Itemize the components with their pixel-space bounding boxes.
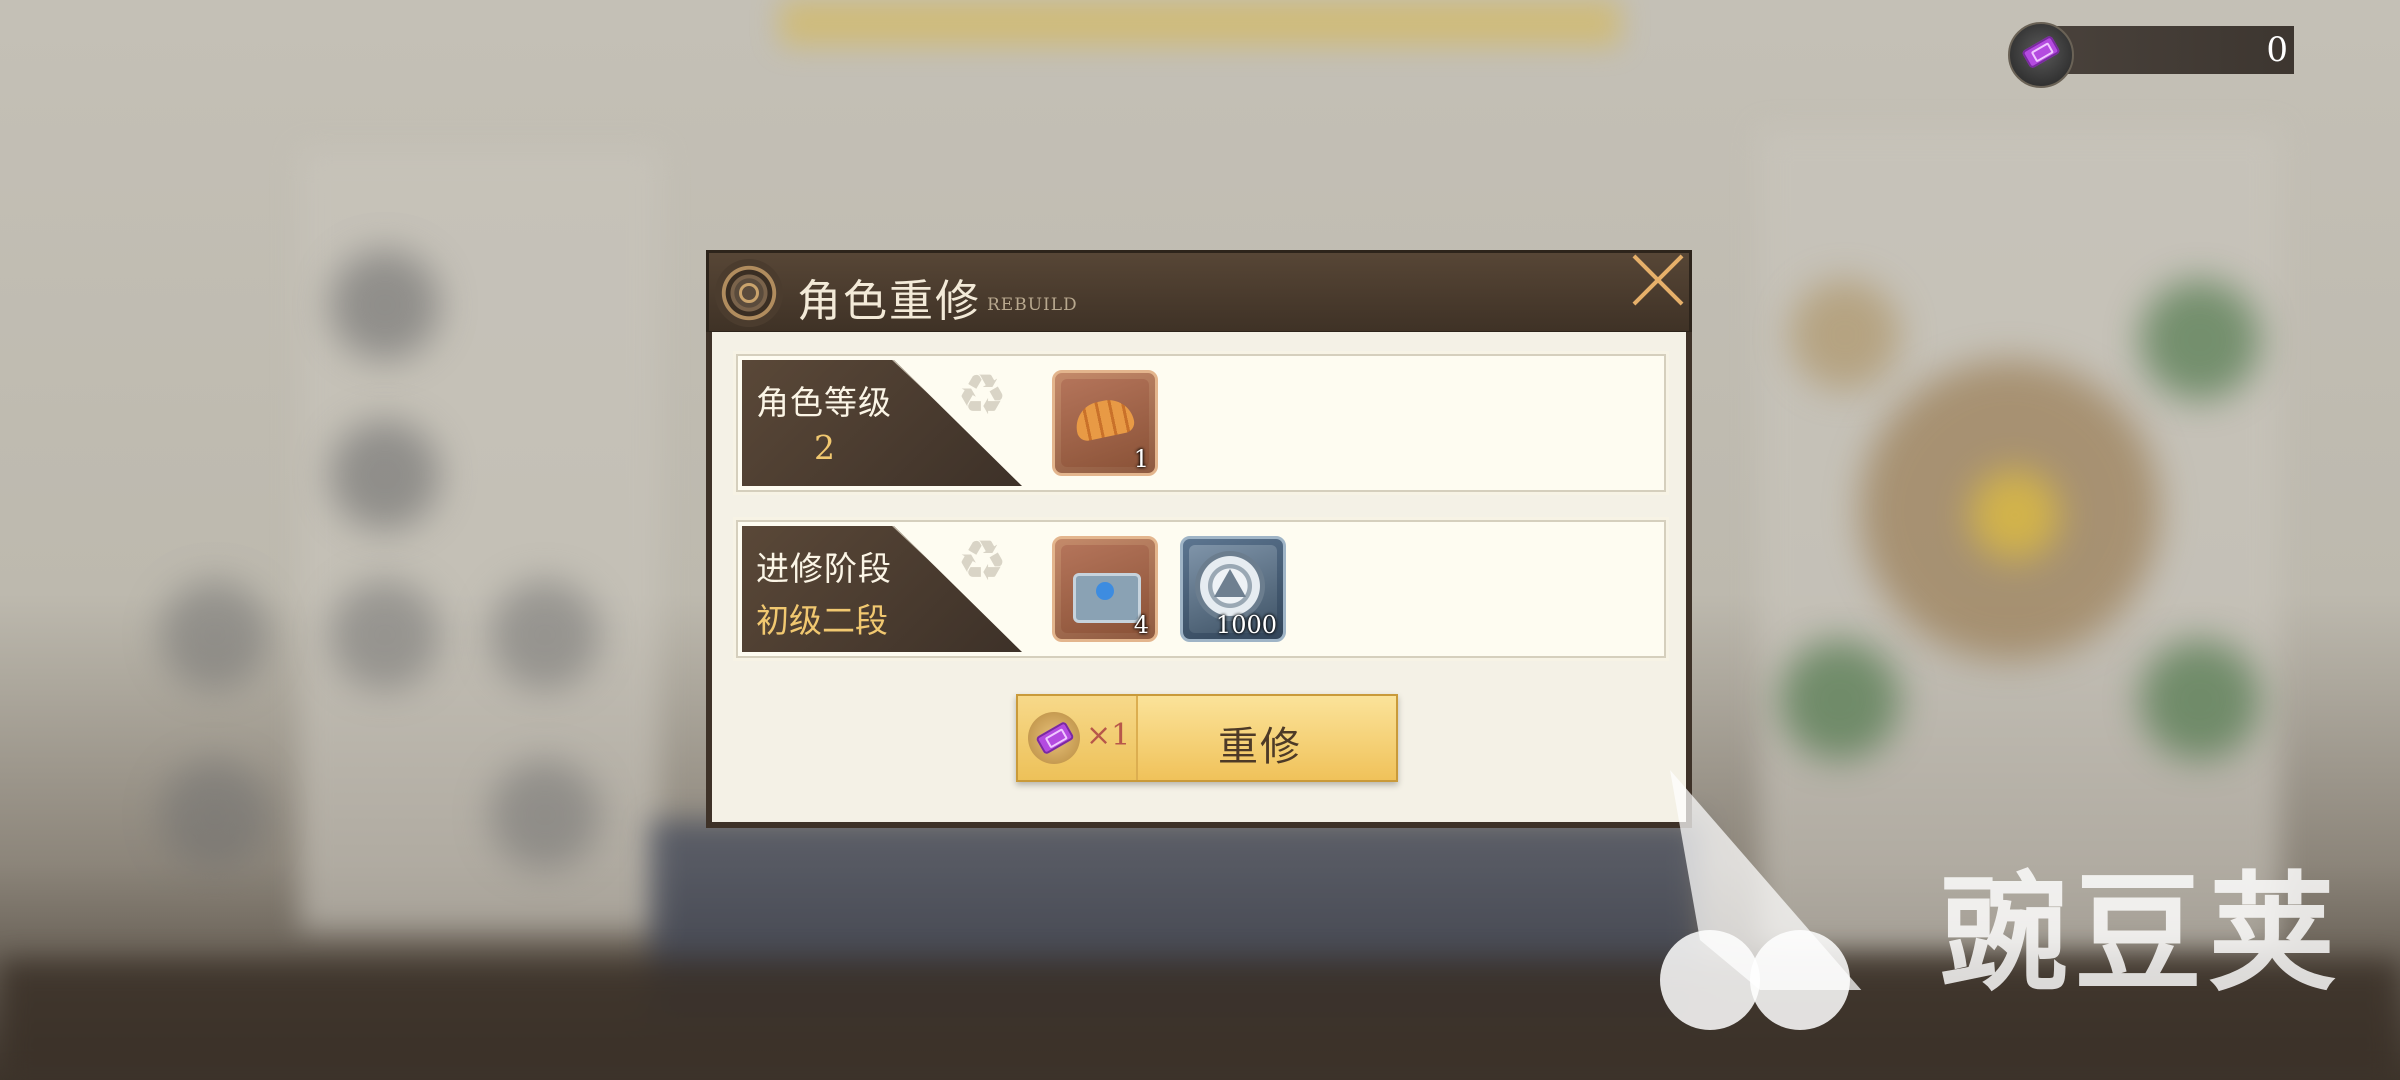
row-value: 2 — [814, 428, 835, 467]
treasure-chest-icon — [1073, 573, 1141, 623]
purple-ticket-icon — [1028, 712, 1080, 764]
rebuild-row-stage: 进修阶段 初级二段 ♻ 4 1000 — [736, 520, 1666, 658]
watermark-logo: 豌豆荚 — [1660, 760, 2400, 1080]
watermark-text: 豌豆荚 — [1940, 860, 2343, 1009]
smiley-face-icon — [1660, 930, 1760, 1030]
rebuild-row-level: 角色等级 2 ♻ 1 — [736, 354, 1666, 492]
rebuild-dialog: 角色重修 REBUILD 角色等级 2 ♻ 1 进修阶段 初级二段 ♻ 4 10… — [706, 250, 1692, 828]
purple-ticket-icon — [2008, 22, 2074, 88]
dialog-subtitle: REBUILD — [987, 295, 1078, 315]
row-name: 角色等级 — [756, 383, 892, 422]
dialog-title: 角色重修 — [797, 276, 981, 327]
gear-emblem-icon — [715, 259, 783, 327]
currency-bar: 0 — [2044, 26, 2294, 74]
close-icon[interactable] — [1626, 246, 1690, 310]
item-quantity: 4 — [1133, 611, 1149, 639]
recycle-icon: ♻ — [956, 363, 1008, 428]
reward-item-chest[interactable]: 4 — [1052, 536, 1158, 642]
smiley-face-icon — [1750, 930, 1850, 1030]
dialog-body: 角色等级 2 ♻ 1 进修阶段 初级二段 ♻ 4 1000 ×1 重修 — [706, 332, 1692, 828]
reward-item-croissant[interactable]: 1 — [1052, 370, 1158, 476]
dialog-header: 角色重修 REBUILD — [706, 250, 1692, 334]
rebuild-cost: ×1 — [1018, 696, 1138, 780]
cost-multiplier: ×1 — [1086, 718, 1131, 753]
row-value: 初级二段 — [756, 601, 888, 640]
reward-item-silver-coin[interactable]: 1000 — [1180, 536, 1286, 642]
item-quantity: 1 — [1133, 445, 1149, 473]
recycle-icon: ♻ — [956, 529, 1008, 594]
currency-value: 0 — [2266, 30, 2288, 70]
rebuild-button[interactable]: ×1 重修 — [1016, 694, 1398, 782]
rebuild-button-label: 重修 — [1218, 724, 1302, 770]
row-name: 进修阶段 — [756, 549, 892, 588]
item-quantity: 1000 — [1215, 611, 1277, 639]
currency-counter: 0 — [2008, 22, 2294, 88]
